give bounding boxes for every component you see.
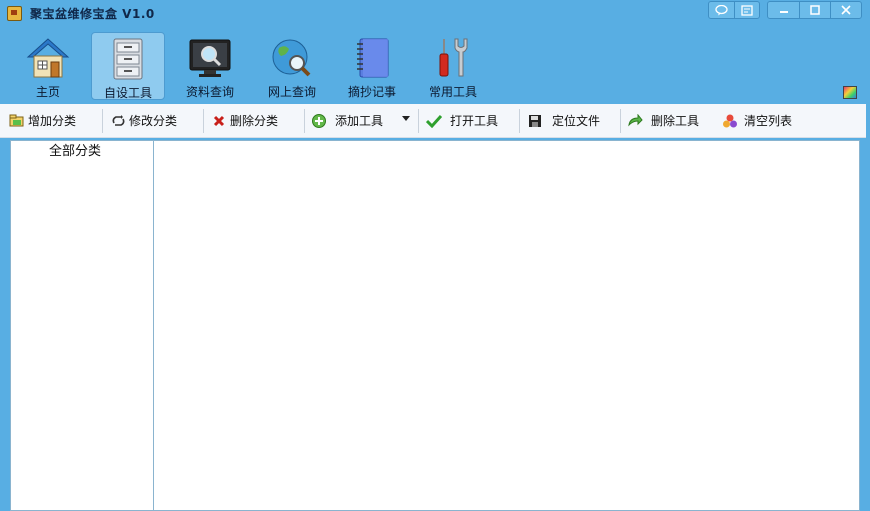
skin-palette-icon[interactable] xyxy=(843,86,857,99)
nav-custom-tools-label: 自设工具 xyxy=(103,86,152,100)
tools-icon xyxy=(430,36,476,80)
category-tree-panel: 全部分类 xyxy=(11,141,154,510)
settings-panel-icon[interactable] xyxy=(735,2,760,18)
add-tool-button[interactable]: 添加工具 xyxy=(311,112,383,129)
add-category-button[interactable]: 增加分类 xyxy=(9,112,76,129)
speech-bubble-icon[interactable] xyxy=(709,2,735,18)
nav-online-query-button[interactable]: 网上查询 xyxy=(255,32,329,100)
window-controls xyxy=(767,1,862,19)
monitor-search-icon xyxy=(187,36,233,80)
delete-category-button[interactable]: 删除分类 xyxy=(211,112,278,129)
clear-list-label: 清空列表 xyxy=(744,114,793,128)
title-bar: 聚宝盆维修宝盒 V1.0 xyxy=(0,0,870,26)
add-category-label: 增加分类 xyxy=(28,114,77,128)
notebook-icon xyxy=(349,36,395,80)
open-tool-label: 打开工具 xyxy=(450,114,499,128)
locate-file-icon xyxy=(527,113,543,129)
toolbar-divider xyxy=(102,109,103,133)
locate-file-button[interactable]: 定位文件 xyxy=(527,112,600,129)
delete-tool-icon xyxy=(627,113,643,129)
app-logo-icon xyxy=(7,6,22,21)
delete-category-icon xyxy=(211,113,227,129)
chevron-down-icon[interactable] xyxy=(402,116,410,121)
extra-buttons-group xyxy=(708,1,760,19)
nav-data-query-label: 资料查询 xyxy=(185,85,234,99)
add-category-icon xyxy=(9,113,25,129)
nav-home-button[interactable]: 主页 xyxy=(11,32,85,100)
nav-common-tools-label: 常用工具 xyxy=(428,85,477,99)
main-toolbar: 主页 自设工具 资料查询 网上查询 摘抄记事 常用工具 xyxy=(0,30,870,102)
nav-notes-button[interactable]: 摘抄记事 xyxy=(335,32,409,100)
nav-data-query-button[interactable]: 资料查询 xyxy=(173,32,247,100)
locate-file-label: 定位文件 xyxy=(552,114,601,128)
clear-list-icon xyxy=(722,113,738,129)
nav-online-query-label: 网上查询 xyxy=(267,85,316,99)
edit-category-button[interactable]: 修改分类 xyxy=(110,112,177,129)
maximize-icon[interactable] xyxy=(800,2,831,18)
tool-list-panel[interactable] xyxy=(154,141,859,510)
toolbar-divider xyxy=(203,109,204,133)
delete-tool-label: 删除工具 xyxy=(651,114,700,128)
cabinet-icon xyxy=(105,37,151,81)
nav-home-label: 主页 xyxy=(35,85,60,99)
add-tool-label: 添加工具 xyxy=(335,114,384,128)
home-icon xyxy=(25,36,71,80)
action-toolbar: 增加分类 修改分类 删除分类 添加工具 打开工具 定位文件 删除工具 清空列表 xyxy=(0,104,866,138)
open-tool-icon xyxy=(426,113,442,129)
edit-category-icon xyxy=(110,113,126,129)
delete-category-label: 删除分类 xyxy=(230,114,279,128)
app-window: 聚宝盆维修宝盒 V1.0 主页 自设工具 资料查询 网上查询 摘抄记事 常用工具… xyxy=(0,0,870,511)
clear-list-button[interactable]: 清空列表 xyxy=(722,112,792,129)
tree-item-all-categories[interactable]: 全部分类 xyxy=(49,140,101,159)
toolbar-divider xyxy=(304,109,305,133)
close-icon[interactable] xyxy=(831,2,861,18)
nav-custom-tools-button[interactable]: 自设工具 xyxy=(91,32,165,100)
toolbar-divider xyxy=(418,109,419,133)
main-content: 全部分类 xyxy=(10,140,860,511)
toolbar-divider xyxy=(519,109,520,133)
minimize-icon[interactable] xyxy=(768,2,801,18)
toolbar-divider xyxy=(620,109,621,133)
open-tool-button[interactable]: 打开工具 xyxy=(426,112,498,129)
add-tool-icon xyxy=(311,113,327,129)
globe-search-icon xyxy=(269,36,315,80)
delete-tool-button[interactable]: 删除工具 xyxy=(627,112,699,129)
edit-category-label: 修改分类 xyxy=(129,114,178,128)
window-title: 聚宝盆维修宝盒 V1.0 xyxy=(30,7,155,21)
nav-notes-label: 摘抄记事 xyxy=(347,85,396,99)
nav-common-tools-button[interactable]: 常用工具 xyxy=(416,32,490,100)
